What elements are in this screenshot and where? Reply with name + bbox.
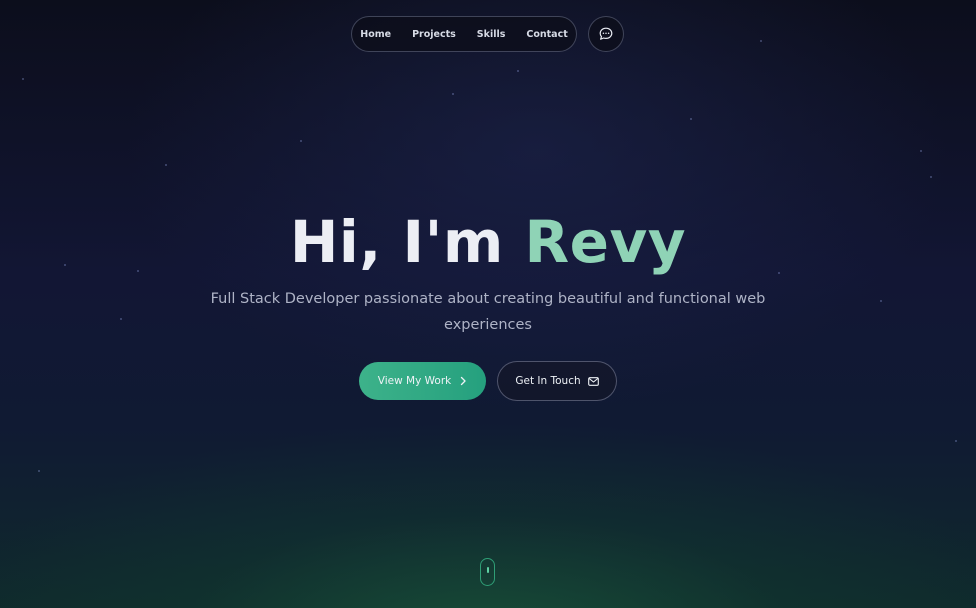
mouse-icon[interactable] [480,558,495,586]
chat-button[interactable] [588,16,624,52]
hero-subtitle: Full Stack Developer passionate about cr… [210,291,766,333]
get-in-touch-label: Get In Touch [515,375,581,387]
nav-link-contact[interactable]: Contact [516,29,578,40]
nav-link-skills[interactable]: Skills [466,29,516,40]
view-my-work-button[interactable]: View My Work [359,362,486,400]
nav-menu: Home Projects Skills Contact [351,16,577,52]
get-in-touch-button[interactable]: Get In Touch [497,361,617,401]
mouse-wheel-dot [486,567,489,573]
mail-icon [587,376,599,386]
nav-link-home[interactable]: Home [350,29,402,40]
chevron-right-icon [459,376,467,386]
nav-link-projects[interactable]: Projects [402,29,467,40]
top-navigation: Home Projects Skills Contact [0,16,976,54]
view-my-work-label: View My Work [377,375,452,387]
hero-title: Hi, I'm Revy [0,204,976,280]
hero-title-greeting: Hi, I'm [289,208,525,276]
chat-bubble-icon [598,26,614,42]
hero-title-name: Revy [524,208,687,276]
hero-page: Home Projects Skills Contact Hi, I'm Rev… [0,0,976,608]
